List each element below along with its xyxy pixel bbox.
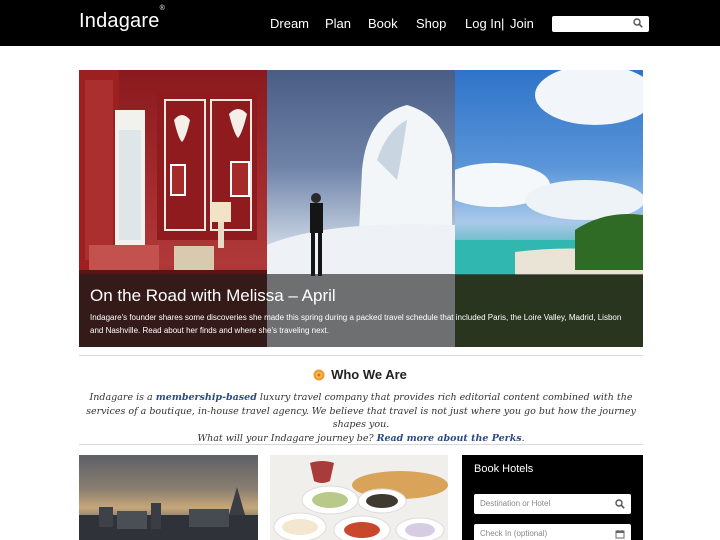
city-image-tile[interactable] xyxy=(79,455,258,540)
calendar-icon[interactable] xyxy=(615,529,625,539)
who-we-are-heading: Who We Are xyxy=(0,367,720,382)
food-image-tile[interactable] xyxy=(270,455,448,540)
search-icon[interactable] xyxy=(615,499,625,509)
who-text-2a: What will your Indagare journey be? xyxy=(197,432,377,444)
search-input[interactable] xyxy=(552,16,649,32)
membership-link[interactable]: membership-based xyxy=(156,392,257,403)
login-link[interactable]: Log In xyxy=(465,16,501,31)
book-hotels-title: Book Hotels xyxy=(474,463,534,475)
join-link[interactable]: Join xyxy=(510,16,534,31)
hero-feature[interactable]: On the Road with Melissa – April Indagar… xyxy=(79,70,643,347)
top-navigation-bar: Indagare® Dream Plan Book Shop Log In | … xyxy=(0,0,720,46)
nav-item-dream[interactable]: Dream xyxy=(270,16,309,31)
flower-icon xyxy=(313,369,325,381)
who-text-1a: Indagare is a xyxy=(89,392,156,403)
destination-input[interactable]: Destination or Hotel xyxy=(474,494,631,514)
book-hotels-widget: Book Hotels Destination or Hotel Check I… xyxy=(462,455,643,540)
check-in-placeholder: Check In (optional) xyxy=(480,529,548,538)
nav-item-plan[interactable]: Plan xyxy=(325,16,351,31)
destination-placeholder: Destination or Hotel xyxy=(480,499,551,508)
who-text-2b: . xyxy=(521,432,525,444)
search-icon[interactable] xyxy=(633,18,643,28)
divider-top xyxy=(79,355,643,356)
nav-separator: | xyxy=(501,16,505,31)
registered-mark: ® xyxy=(159,5,165,13)
who-we-are-title: Who We Are xyxy=(331,367,407,382)
hero-description: Indagare's founder shares some discoveri… xyxy=(90,313,622,335)
perks-link[interactable]: Read more about the Perks xyxy=(377,433,522,444)
food-illustration xyxy=(273,461,448,540)
city-illustration xyxy=(79,487,258,540)
hero-title[interactable]: On the Road with Melissa – April xyxy=(90,286,336,306)
divider-bottom xyxy=(79,444,643,445)
who-we-are-text: Indagare is a membership-based luxury tr… xyxy=(79,391,643,445)
nav-item-shop[interactable]: Shop xyxy=(416,16,446,31)
check-in-input[interactable]: Check In (optional) xyxy=(474,524,631,540)
nav-item-book[interactable]: Book xyxy=(368,16,398,31)
